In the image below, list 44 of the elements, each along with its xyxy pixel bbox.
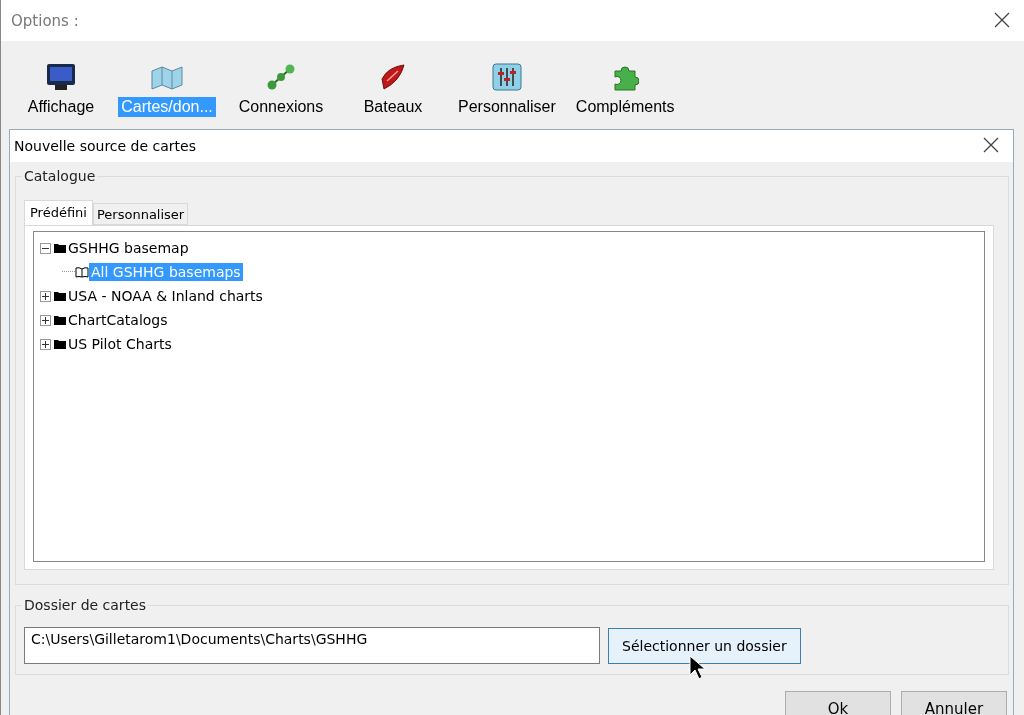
dialog-title: Nouvelle source de cartes — [14, 138, 196, 154]
tree-item[interactable]: USA - NOAA & Inland charts — [66, 287, 265, 305]
tab[interactable]: Prédéfini — [24, 200, 93, 225]
folder-icon — [54, 291, 66, 301]
tree-item[interactable]: US Pilot Charts — [66, 335, 174, 353]
expand-icon[interactable] — [40, 314, 51, 326]
group-label: Dossier de cartes — [23, 597, 148, 613]
expand-icon[interactable] — [40, 290, 51, 302]
tree-item[interactable]: GSHHG basemap — [66, 239, 191, 257]
sliders-icon — [491, 63, 522, 91]
toolbar-tab[interactable]: Affichage — [19, 63, 103, 117]
tab-label: Personnaliser — [457, 97, 557, 117]
connection-nodes-icon — [266, 63, 296, 91]
folder-icon — [54, 339, 66, 349]
dialog-button[interactable]: Annuler — [901, 691, 1007, 715]
expand-icon[interactable] — [40, 338, 51, 350]
mouse-cursor-icon — [689, 654, 707, 681]
puzzle-piece-icon — [611, 63, 640, 91]
tab-label: Compléments — [574, 97, 676, 117]
book-icon — [75, 266, 89, 278]
group-label: Catalogue — [23, 168, 97, 184]
toolbar-tab[interactable]: Compléments — [572, 63, 678, 117]
tab[interactable]: Personnaliser — [92, 203, 189, 225]
tab-label: Connexions — [237, 97, 325, 117]
close-button[interactable] — [983, 137, 1001, 155]
tab-label: Cartes/don... — [118, 97, 216, 117]
toolbar-tab[interactable]: Personnaliser — [455, 63, 559, 117]
close-icon — [983, 137, 999, 153]
close-button[interactable] — [994, 11, 1012, 30]
tab-label: Bateaux — [362, 97, 424, 117]
tree-item[interactable]: ChartCatalogs — [66, 311, 170, 329]
close-icon — [994, 11, 1010, 28]
collapse-icon[interactable] — [40, 242, 51, 254]
folder-icon — [54, 243, 66, 253]
map-icon — [150, 63, 184, 91]
folder-icon — [54, 315, 66, 325]
path-field[interactable]: C:\Users\Gilletarom1\Documents\Charts\GSHHG — [24, 627, 600, 664]
boat-icon — [378, 63, 408, 91]
toolbar-tab[interactable]: Bateaux — [345, 63, 441, 117]
monitor-icon — [45, 63, 77, 91]
tab-label: Affichage — [26, 97, 96, 117]
dialog-button[interactable]: Ok — [785, 691, 891, 715]
toolbar-tab[interactable]: Connexions — [231, 63, 331, 117]
window-title: Options : — [11, 11, 79, 30]
